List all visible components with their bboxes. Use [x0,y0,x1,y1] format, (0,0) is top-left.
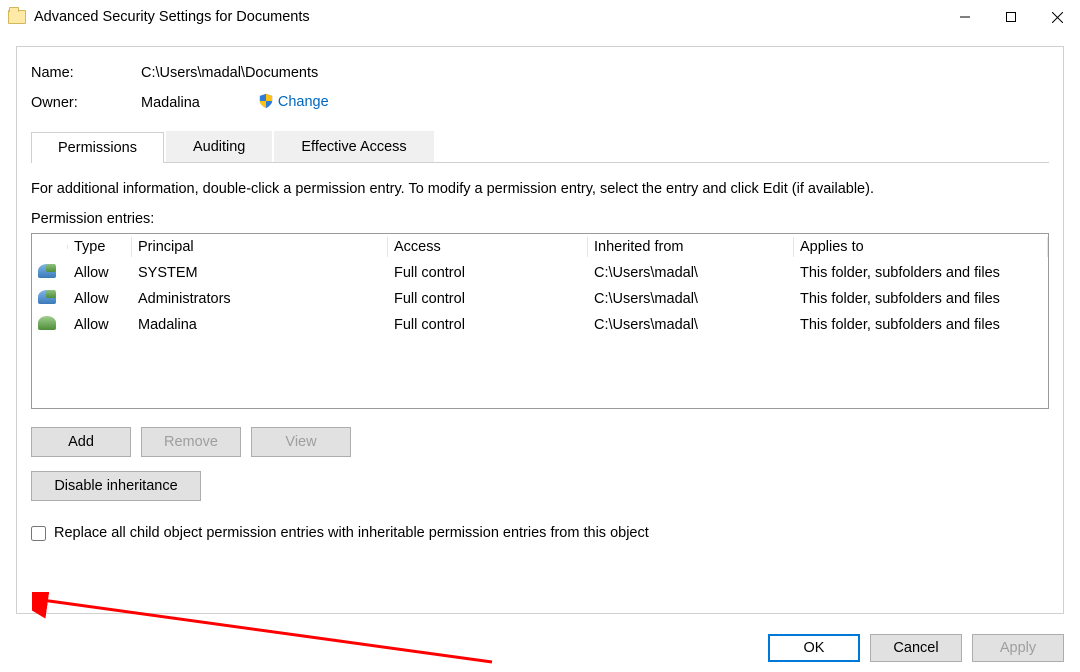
dialog-footer: OK Cancel Apply [768,634,1064,662]
folder-icon [8,10,26,24]
cell-type: Allow [68,317,132,333]
tab-permissions[interactable]: Permissions [31,132,164,163]
entries-label: Permission entries: [31,211,1049,227]
disable-inheritance-button[interactable]: Disable inheritance [31,471,201,501]
col-principal[interactable]: Principal [132,237,388,257]
cell-type: Allow [68,291,132,307]
remove-button[interactable]: Remove [141,427,241,457]
close-button[interactable] [1034,1,1080,33]
window-title: Advanced Security Settings for Documents [34,9,310,25]
table-row[interactable]: AllowAdministratorsFull controlC:\Users\… [32,286,1048,312]
change-owner-label: Change [278,94,329,110]
entry-buttons-row: Add Remove View [31,427,1049,457]
tab-auditing[interactable]: Auditing [166,131,272,162]
tab-effective-access[interactable]: Effective Access [274,131,433,162]
principal-icon [38,264,56,278]
name-label: Name: [31,65,141,81]
cell-inherited: C:\Users\madal\ [588,317,794,333]
maximize-button[interactable] [988,1,1034,33]
ok-button[interactable]: OK [768,634,860,662]
cell-applies: This folder, subfolders and files [794,291,1048,307]
name-row: Name: C:\Users\madal\Documents [31,65,1049,81]
cell-principal: Administrators [132,291,388,307]
principal-icon [38,316,56,330]
permissions-grid: Type Principal Access Inherited from App… [31,233,1049,409]
add-button[interactable]: Add [31,427,131,457]
owner-row: Owner: Madalina Change [31,93,1049,113]
owner-value: Madalina [141,95,200,111]
replace-children-checkbox[interactable] [31,526,46,541]
shield-icon [258,93,274,113]
cell-inherited: C:\Users\madal\ [588,291,794,307]
apply-button[interactable]: Apply [972,634,1064,662]
col-access[interactable]: Access [388,237,588,257]
name-value: C:\Users\madal\Documents [141,65,318,81]
owner-label: Owner: [31,95,141,111]
minimize-button[interactable] [942,1,988,33]
col-applies[interactable]: Applies to [794,237,1048,257]
change-owner-link[interactable]: Change [258,93,329,113]
cell-principal: SYSTEM [132,265,388,281]
table-row[interactable]: AllowMadalinaFull controlC:\Users\madal\… [32,312,1048,338]
cell-type: Allow [68,265,132,281]
titlebar: Advanced Security Settings for Documents [0,0,1080,34]
cell-access: Full control [388,265,588,281]
tabstrip: Permissions Auditing Effective Access [31,131,1049,163]
hint-text: For additional information, double-click… [31,181,1049,197]
cell-applies: This folder, subfolders and files [794,317,1048,333]
cell-access: Full control [388,317,588,333]
replace-children-row: Replace all child object permission entr… [31,525,1049,541]
table-row[interactable]: AllowSYSTEMFull controlC:\Users\madal\Th… [32,260,1048,286]
col-inherited[interactable]: Inherited from [588,237,794,257]
principal-icon [38,290,56,304]
col-type[interactable]: Type [68,237,132,257]
cell-inherited: C:\Users\madal\ [588,265,794,281]
grid-header: Type Principal Access Inherited from App… [32,234,1048,260]
cell-applies: This folder, subfolders and files [794,265,1048,281]
cancel-button[interactable]: Cancel [870,634,962,662]
cell-principal: Madalina [132,317,388,333]
cell-access: Full control [388,291,588,307]
replace-children-label: Replace all child object permission entr… [54,525,649,541]
main-panel: Name: C:\Users\madal\Documents Owner: Ma… [16,46,1064,614]
view-button[interactable]: View [251,427,351,457]
